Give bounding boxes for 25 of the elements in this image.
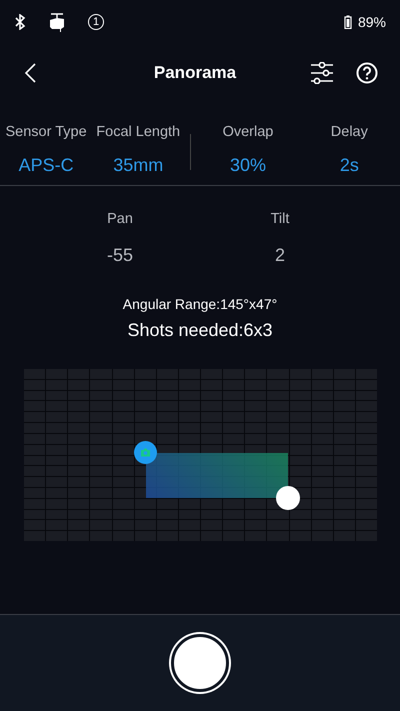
shutter-button[interactable] [171,634,229,692]
help-icon[interactable] [356,62,378,84]
number-badge: 1 [88,14,104,30]
setting-value[interactable]: 2s [340,155,359,176]
setting-label: Sensor Type [5,124,87,140]
battery-level: 89% [344,14,386,30]
bluetooth-icon [14,14,26,30]
axis-value[interactable]: 2 [274,245,285,266]
gimbal-icon [48,12,66,32]
setting-label: Delay [330,124,368,140]
setting-value[interactable]: 30% [230,155,266,176]
axis-label: Tilt [270,211,290,227]
axis-value[interactable]: -55 [106,245,133,266]
setting-value[interactable]: APS-C [18,155,74,176]
angular-range-text: Angular Range:145°x47° [122,296,278,312]
shots-needed-text: Shots needed:6x3 [127,320,273,341]
setting-value[interactable]: 35mm [113,155,164,176]
axis-label: Pan [107,211,133,227]
battery-icon [344,15,352,29]
page-title: Panorama [152,63,238,83]
setting-label: Overlap [222,124,274,140]
sliders-icon[interactable] [310,62,334,84]
setting-label: Focal Length [96,124,180,140]
camera-icon [140,448,151,457]
back-icon[interactable] [24,63,36,83]
